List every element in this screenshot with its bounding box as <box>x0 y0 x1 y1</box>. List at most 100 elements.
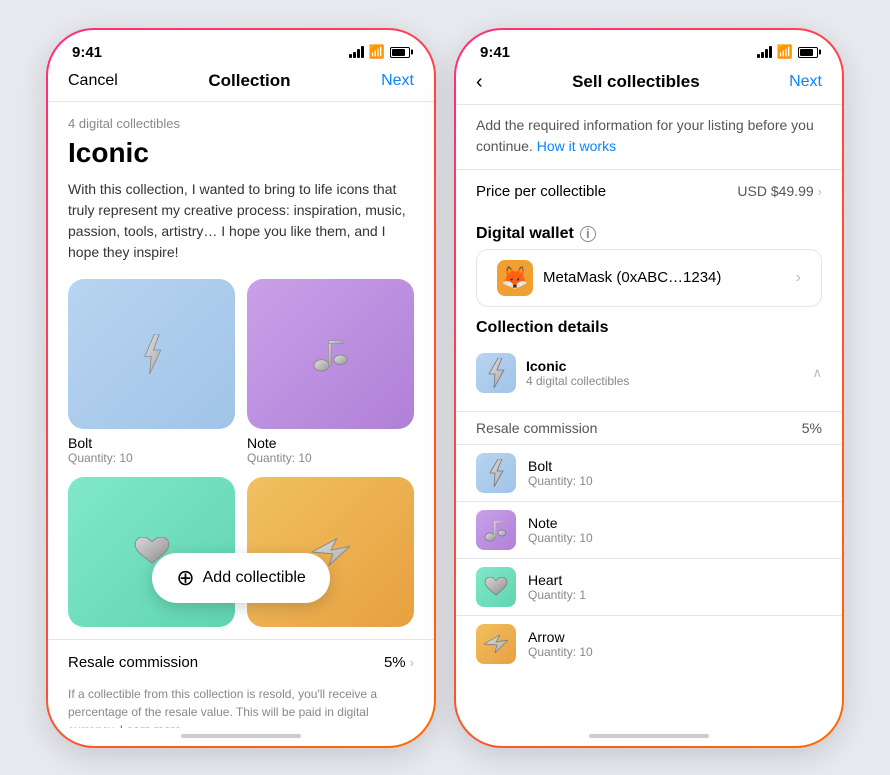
bolt-name: Bolt <box>68 435 235 451</box>
add-collectible-label: Add collectible <box>203 569 306 587</box>
wallet-row[interactable]: 🦊 MetaMask (0xABC…1234) › <box>476 249 822 307</box>
bottom-grid <box>68 477 414 627</box>
phones-container: 9:41 📶 Cancel Collection Next <box>26 8 864 768</box>
right-description: Add the required information for your li… <box>456 105 842 169</box>
collection-details-header: Collection details <box>476 319 822 337</box>
bolt-list-name: Bolt <box>528 458 593 474</box>
note-list-qty: Quantity: 10 <box>528 531 593 545</box>
wallet-chevron-icon: › <box>796 269 801 287</box>
next-button-left[interactable]: Next <box>381 72 414 90</box>
back-button[interactable]: ‹ <box>476 71 483 94</box>
note-qty: Quantity: 10 <box>247 451 414 465</box>
nav-bar-right: ‹ Sell collectibles Next <box>456 65 842 104</box>
list-item-heart: Heart Quantity: 1 <box>456 558 842 615</box>
plus-circle-icon: ⊕ <box>176 565 194 591</box>
price-label: Price per collectible <box>476 183 606 200</box>
next-button-right[interactable]: Next <box>789 73 822 91</box>
right-phone: 9:41 📶 ‹ Sell collectibles Next <box>454 28 844 748</box>
how-it-works-link[interactable]: How it works <box>537 138 616 154</box>
wallet-info: 🦊 MetaMask (0xABC…1234) <box>497 260 721 296</box>
bolt-list-info: Bolt Quantity: 10 <box>528 458 593 488</box>
resale-label: Resale commission <box>68 654 198 671</box>
list-item-bolt: Bolt Quantity: 10 <box>456 444 842 501</box>
note-list-name: Note <box>528 515 593 531</box>
cancel-button[interactable]: Cancel <box>68 72 118 90</box>
home-indicator-left <box>181 734 301 738</box>
note-list-info: Note Quantity: 10 <box>528 515 593 545</box>
status-bar-right: 9:41 📶 <box>456 30 842 65</box>
price-row[interactable]: Price per collectible USD $49.99 › <box>456 169 842 213</box>
add-collectible-overlay: ⊕ Add collectible <box>48 553 434 603</box>
arrow-image <box>247 477 414 627</box>
resale-note: If a collectible from this collection is… <box>48 685 434 728</box>
add-collectible-button[interactable]: ⊕ Add collectible <box>152 553 330 603</box>
wifi-icon: 📶 <box>369 44 385 60</box>
collection-title: Iconic <box>48 135 434 179</box>
learn-more-link[interactable]: Learn more <box>120 723 181 728</box>
bolt-thumb <box>476 453 516 493</box>
heart-list-qty: Quantity: 1 <box>528 588 586 602</box>
note-name: Note <box>247 435 414 451</box>
collection-meta: 4 digital collectibles <box>48 102 434 135</box>
heart-image <box>68 477 235 627</box>
iconic-name: Iconic <box>526 358 629 374</box>
resale-row[interactable]: Resale commission 5% › <box>48 639 434 685</box>
wallet-name: MetaMask (0xABC…1234) <box>543 269 721 286</box>
bolt-list-qty: Quantity: 10 <box>528 474 593 488</box>
page-title-right: Sell collectibles <box>572 72 700 92</box>
price-chevron-icon: › <box>818 184 822 199</box>
list-item-note: Note Quantity: 10 <box>456 501 842 558</box>
rc-label: Resale commission <box>476 420 597 436</box>
collection-details-section: Collection details Iconic 4 digital coll <box>456 307 842 407</box>
collectible-card-arrow <box>247 477 414 627</box>
arrow-list-name: Arrow <box>528 629 593 645</box>
iconic-thumb <box>476 353 516 393</box>
wifi-icon-right: 📶 <box>777 44 793 60</box>
bolt-image <box>68 279 235 429</box>
wallet-section-header: Digital wallet i <box>456 213 842 249</box>
right-content: Add the required information for your li… <box>456 105 842 731</box>
collectible-card-heart <box>68 477 235 627</box>
note-image <box>247 279 414 429</box>
iconic-qty: 4 digital collectibles <box>526 374 629 388</box>
iconic-chevron-icon: ∧ <box>812 365 822 381</box>
collectible-card-bolt: Bolt Quantity: 10 <box>68 279 235 465</box>
heart-list-name: Heart <box>528 572 586 588</box>
signal-icon <box>349 46 364 58</box>
resale-value: 5% › <box>384 654 414 671</box>
battery-icon <box>390 47 410 58</box>
info-icon: i <box>580 226 596 242</box>
signal-icon-right <box>757 46 772 58</box>
status-bar-left: 9:41 📶 <box>48 30 434 65</box>
note-thumb <box>476 510 516 550</box>
collectibles-grid: Bolt Quantity: 10 <box>48 279 434 477</box>
list-item-arrow: Arrow Quantity: 10 <box>456 615 842 672</box>
arrow-thumb <box>476 624 516 664</box>
collectible-card-note: Note Quantity: 10 <box>247 279 414 465</box>
battery-icon-right <box>798 47 818 58</box>
iconic-info: Iconic 4 digital collectibles <box>526 358 629 388</box>
arrow-list-info: Arrow Quantity: 10 <box>528 629 593 659</box>
left-content: 4 digital collectibles Iconic With this … <box>48 102 434 728</box>
page-title-left: Collection <box>208 71 290 91</box>
bottom-grid-wrapper: ⊕ Add collectible <box>48 477 434 639</box>
status-icons-right: 📶 <box>757 44 818 60</box>
home-indicator-right <box>589 734 709 738</box>
time-right: 9:41 <box>480 44 510 61</box>
collection-item-iconic: Iconic 4 digital collectibles ∧ <box>476 347 822 399</box>
iconic-left: Iconic 4 digital collectibles <box>476 353 629 393</box>
arrow-list-qty: Quantity: 10 <box>528 645 593 659</box>
chevron-right-icon: › <box>410 655 414 670</box>
price-value: USD $49.99 › <box>737 183 822 199</box>
rc-value: 5% <box>802 420 822 436</box>
collection-description: With this collection, I wanted to bring … <box>48 179 434 279</box>
metamask-icon: 🦊 <box>497 260 533 296</box>
nav-bar-left: Cancel Collection Next <box>48 65 434 101</box>
heart-thumb <box>476 567 516 607</box>
resale-commission-row: Resale commission 5% <box>456 411 842 444</box>
status-icons-left: 📶 <box>349 44 410 60</box>
time-left: 9:41 <box>72 44 102 61</box>
heart-list-info: Heart Quantity: 1 <box>528 572 586 602</box>
left-phone: 9:41 📶 Cancel Collection Next <box>46 28 436 748</box>
bolt-qty: Quantity: 10 <box>68 451 235 465</box>
